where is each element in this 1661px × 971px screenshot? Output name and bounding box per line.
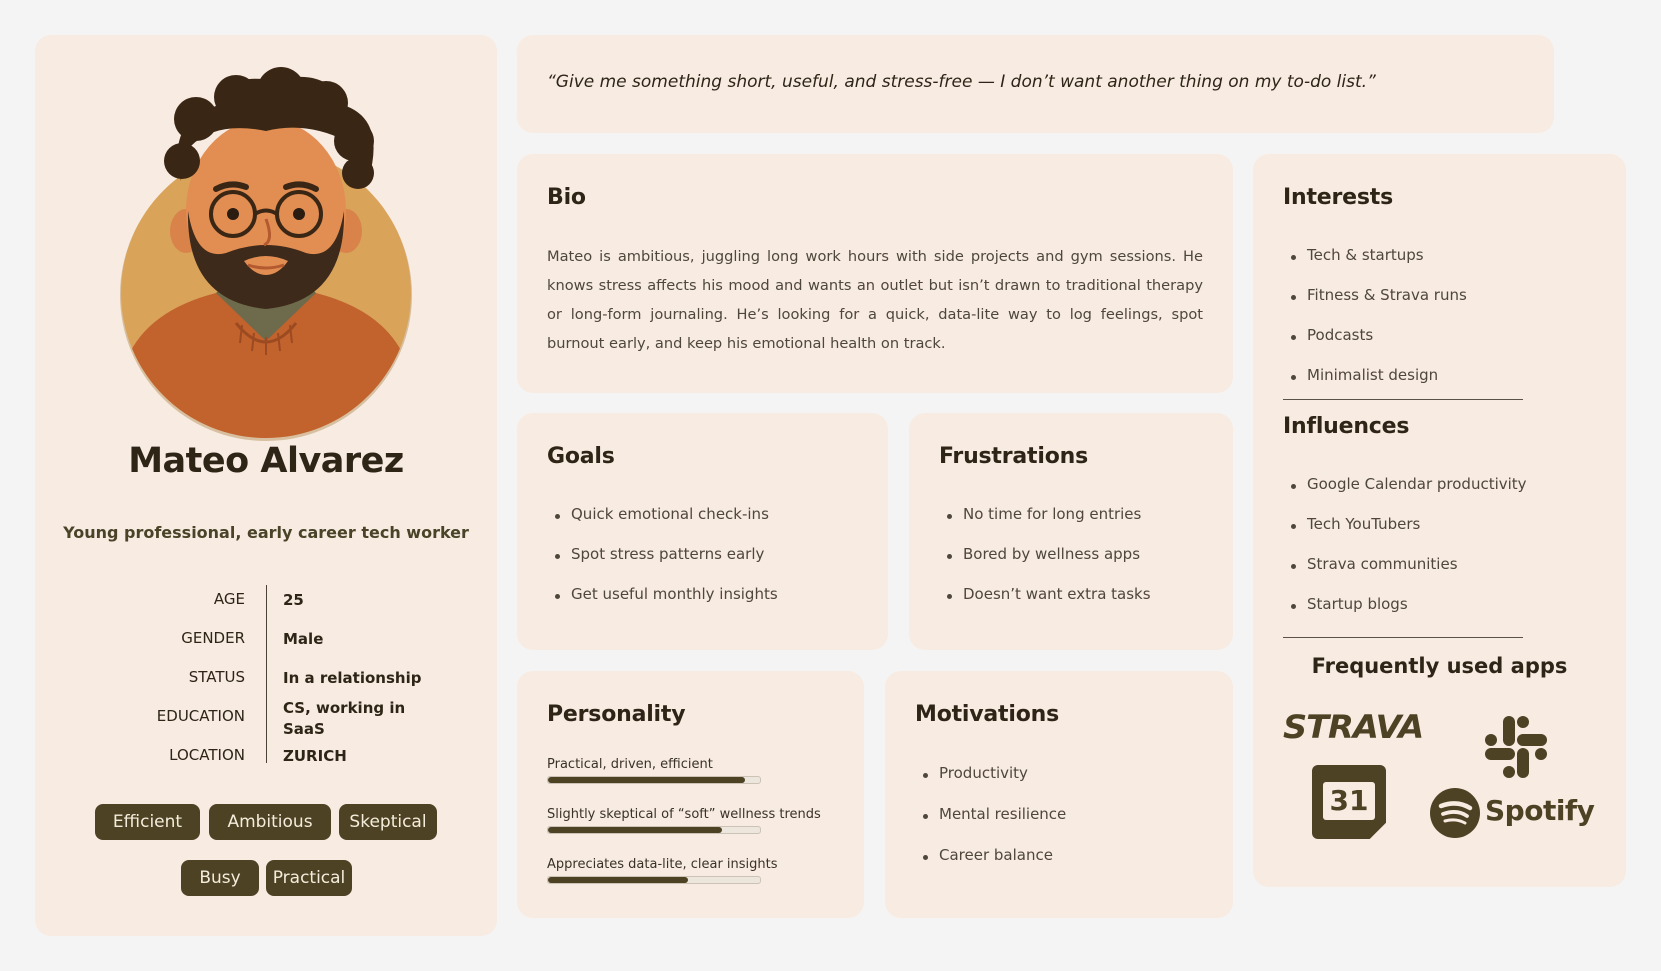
detail-label: GENDER [181, 629, 245, 647]
trait-label: Appreciates data-lite, clear insights [547, 857, 778, 872]
tag-ambitious: Ambitious [209, 804, 331, 840]
tag-practical: Practical [266, 860, 352, 896]
detail-label: STATUS [188, 668, 245, 686]
personality-heading: Personality [547, 702, 686, 727]
trait-bar-fill [548, 777, 746, 783]
motivations-list: Productivity Mental resilience Career ba… [915, 764, 1066, 887]
trait-bar-fill [548, 877, 688, 883]
list-item: Mental resilience [915, 805, 1066, 846]
detail-row-age: AGE 25 [35, 590, 497, 612]
trait-label: Slightly skeptical of “soft” wellness tr… [547, 807, 821, 822]
detail-value: ZURICH [283, 747, 347, 765]
spotify-icon [1430, 788, 1480, 838]
persona-subtitle: Young professional, early career tech wo… [63, 523, 469, 542]
section-divider [1283, 637, 1523, 638]
google-calendar-logo: 31 [1312, 765, 1386, 839]
tag-efficient: Efficient [95, 804, 200, 840]
persona-quote: “Give me something short, useful, and st… [547, 72, 1376, 92]
detail-value: CS, working in SaaS [283, 699, 406, 738]
strava-logo: STRAVA [1283, 708, 1424, 746]
detail-row-gender: GENDER Male [35, 629, 497, 651]
list-item: Get useful monthly insights [547, 585, 778, 625]
quote-card: “Give me something short, useful, and st… [517, 35, 1554, 133]
detail-value: 25 [283, 591, 304, 609]
goals-card: Goals Quick emotional check-ins Spot str… [517, 413, 888, 650]
detail-row-status: STATUS In a relationship [35, 668, 497, 690]
interests-heading: Interests [1283, 185, 1393, 210]
influences-list: Google Calendar productivity Tech YouTub… [1283, 475, 1527, 635]
detail-label: LOCATION [169, 746, 245, 764]
list-item: Doesn’t want extra tasks [939, 585, 1151, 625]
list-item: No time for long entries [939, 505, 1151, 545]
section-divider [1283, 399, 1523, 400]
list-item: Google Calendar productivity [1283, 475, 1527, 515]
bio-text: Mateo is ambitious, juggling long work h… [547, 248, 1203, 352]
list-item: Spot stress patterns early [547, 545, 778, 585]
avatar [120, 67, 412, 441]
tag-busy: Busy [181, 860, 259, 896]
trait-bar [547, 826, 761, 834]
profile-card: Mateo Alvarez Young professional, early … [35, 35, 497, 936]
detail-value: In a relationship [283, 669, 422, 687]
list-item: Career balance [915, 846, 1066, 887]
goals-list: Quick emotional check-ins Spot stress pa… [547, 505, 778, 625]
list-item: Tech & startups [1283, 246, 1467, 286]
tag-skeptical: Skeptical [339, 804, 437, 840]
list-item: Quick emotional check-ins [547, 505, 778, 545]
persona-name: Mateo Alvarez [128, 441, 404, 481]
influences-heading: Influences [1283, 414, 1410, 439]
spotify-logo: Spotify [1430, 788, 1600, 840]
bio-heading: Bio [547, 185, 586, 210]
motivations-heading: Motivations [915, 702, 1059, 727]
trait-bar-fill [548, 827, 722, 833]
trait-bar [547, 776, 761, 784]
detail-row-location: LOCATION ZURICH [35, 746, 497, 768]
list-item: Productivity [915, 764, 1066, 805]
frustrations-card: Frustrations No time for long entries Bo… [909, 413, 1233, 650]
calendar-day: 31 [1323, 782, 1375, 820]
slack-logo [1485, 716, 1547, 778]
detail-value: Male [283, 630, 324, 648]
detail-label: EDUCATION [156, 707, 245, 725]
frustrations-heading: Frustrations [939, 444, 1088, 469]
list-item: Fitness & Strava runs [1283, 286, 1467, 326]
apps-heading: Frequently used apps [1311, 654, 1568, 678]
detail-label: AGE [213, 590, 245, 608]
interests-list: Tech & startups Fitness & Strava runs Po… [1283, 246, 1467, 406]
list-item: Bored by wellness apps [939, 545, 1151, 585]
list-item: Strava communities [1283, 555, 1527, 595]
trait-bar [547, 876, 761, 884]
personality-card: Personality Practical, driven, efficient… [517, 671, 864, 918]
spotify-wordmark: Spotify [1485, 794, 1595, 827]
detail-row-education: EDUCATION CS, working in SaaS [35, 699, 497, 751]
interests-card: Interests Tech & startups Fitness & Stra… [1253, 154, 1626, 887]
list-item: Startup blogs [1283, 595, 1527, 635]
motivations-card: Motivations Productivity Mental resilien… [885, 671, 1233, 918]
frustrations-list: No time for long entries Bored by wellne… [939, 505, 1151, 625]
list-item: Tech YouTubers [1283, 515, 1527, 555]
goals-heading: Goals [547, 444, 615, 469]
bio-card: Bio Mateo is ambitious, juggling long wo… [517, 154, 1233, 393]
list-item: Minimalist design [1283, 366, 1467, 406]
trait-label: Practical, driven, efficient [547, 757, 713, 772]
list-item: Podcasts [1283, 326, 1467, 366]
